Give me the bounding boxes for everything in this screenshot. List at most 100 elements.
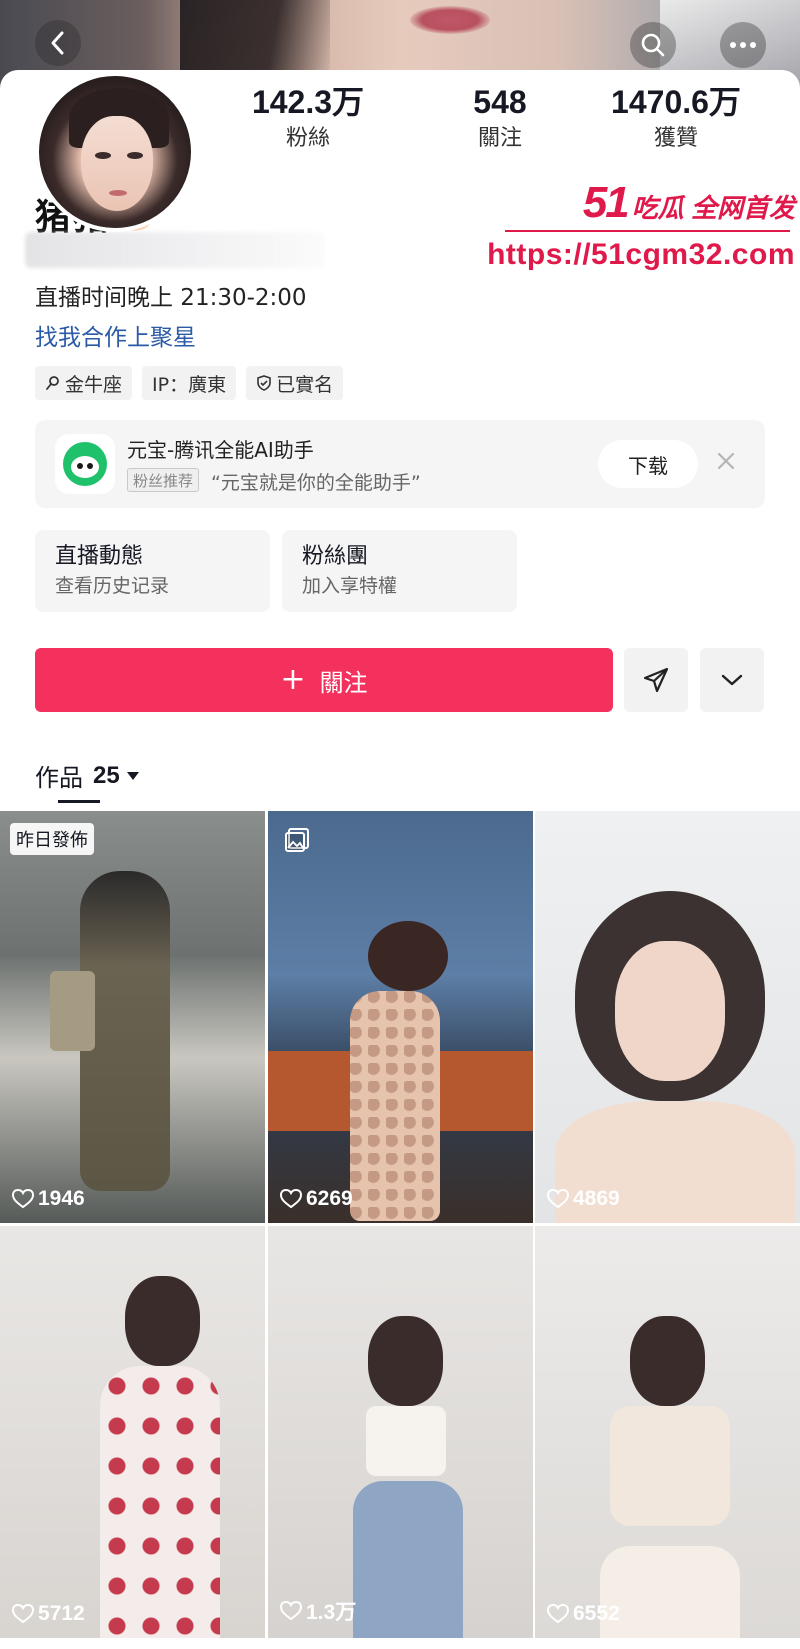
stat-value: 548 [473, 84, 527, 120]
stat-likes[interactable]: 1470.6万 獲贊 [586, 80, 766, 154]
post-thumbnail [50, 971, 95, 1051]
search-button[interactable] [630, 22, 676, 68]
card-title: 直播動態 [55, 544, 144, 569]
profile-tags: 金牛座 IP：廣東 已實名 [35, 366, 344, 400]
card-subtitle: 查看历史记录 [55, 575, 170, 597]
tag-ip[interactable]: IP：廣東 [142, 366, 237, 400]
tag-text: 金牛座 [65, 373, 123, 396]
promo-banner[interactable]: 元宝-腾讯全能AI助手 粉丝推荐 “元宝就是你的全能助手” 下载 [35, 420, 765, 508]
message-button[interactable] [624, 648, 688, 712]
tag-text: 已實名 [276, 373, 334, 396]
post-likes: 1.3万 [280, 1596, 356, 1626]
stat-label: 關注 [477, 126, 522, 151]
promo-badge: 粉丝推荐 [127, 468, 200, 492]
watermark-text: 吃瓜 全网首发 [631, 193, 795, 223]
heart-icon [280, 1601, 302, 1621]
tab-underline [58, 800, 100, 803]
card-title: 粉絲團 [302, 544, 369, 569]
live-activity-card[interactable]: 直播動態 查看历史记录 [35, 530, 270, 612]
post-likes-count: 6552 [573, 1602, 620, 1625]
heart-icon [280, 1189, 302, 1209]
works-count: 25 [93, 761, 120, 789]
watermark-url: https://51cgm32.com [487, 238, 795, 271]
tab-label: 作品 [35, 764, 83, 792]
post-thumbnail [630, 1316, 705, 1406]
avatar-eye [95, 152, 111, 159]
post-likes-count: 4869 [573, 1187, 620, 1210]
heart-icon [12, 1189, 34, 1209]
feature-cards: 直播動態 查看历史记录 粉絲團 加入享特權 [35, 530, 517, 612]
watermark-number: 51 [582, 178, 630, 227]
post-likes: 6552 [547, 1602, 620, 1626]
expand-button[interactable] [700, 648, 764, 712]
promo-app-name: 元宝-腾讯全能AI助手 [127, 438, 314, 462]
blurred-user-id [25, 232, 325, 268]
post-thumbnail [100, 1366, 220, 1638]
post-likes: 5712 [12, 1602, 85, 1626]
image-gallery-icon [284, 827, 310, 857]
stat-label: 粉絲 [285, 126, 330, 151]
fan-club-card[interactable]: 粉絲團 加入享特權 [282, 530, 517, 612]
tag-zodiac[interactable]: 金牛座 [35, 366, 133, 400]
shield-check-icon [257, 375, 271, 391]
watermark-divider [505, 230, 790, 232]
watermark: 51 吃瓜 全网首发 https://51cgm32.com [487, 178, 795, 288]
post-tile[interactable]: 4869 [535, 811, 800, 1223]
post-likes: 4869 [547, 1187, 620, 1211]
stat-label: 獲贊 [653, 126, 698, 151]
stat-followers[interactable]: 142.3万 粉絲 [218, 80, 398, 154]
card-subtitle: 加入享特權 [302, 575, 398, 597]
post-thumbnail [350, 991, 440, 1221]
close-promo-button[interactable] [715, 450, 737, 476]
stat-following[interactable]: 548 關注 [410, 80, 590, 154]
avatar-eye [127, 152, 143, 159]
more-button[interactable] [720, 22, 766, 68]
heart-icon [547, 1189, 569, 1209]
chevron-down-icon [721, 674, 743, 686]
search-icon [641, 33, 665, 57]
location-pin-icon [46, 376, 59, 390]
post-thumbnail [600, 1546, 740, 1638]
post-likes-count: 1946 [38, 1187, 85, 1210]
chevron-left-icon [51, 31, 64, 55]
more-dots-icon [730, 42, 756, 48]
post-label: 昨日發佈 [10, 823, 94, 855]
follow-label: 關注 [319, 668, 368, 697]
avatar[interactable] [35, 72, 195, 232]
heart-icon [12, 1604, 34, 1624]
post-likes: 1946 [12, 1187, 85, 1211]
app-icon [55, 434, 115, 494]
download-button[interactable]: 下载 [598, 440, 698, 488]
post-thumbnail [353, 1481, 463, 1638]
heart-icon [547, 1604, 569, 1624]
post-thumbnail [125, 1276, 200, 1366]
avatar-face [81, 116, 153, 211]
post-thumbnail [615, 941, 725, 1081]
post-tile[interactable]: 6269 [268, 811, 533, 1223]
tag-text: IP：廣東 [152, 373, 227, 396]
post-thumbnail [368, 1316, 443, 1406]
post-thumbnail [610, 1406, 730, 1526]
send-icon [643, 667, 669, 693]
tab-works[interactable]: 作品 25 [35, 758, 140, 793]
follow-button[interactable]: + 關注 [35, 648, 613, 712]
banner-lips [410, 6, 490, 34]
bio-live-time: 直播时间晚上 21:30-2:00 [35, 285, 307, 311]
avatar-mouth [109, 190, 127, 196]
post-tile[interactable]: 昨日發佈 1946 [0, 811, 265, 1223]
caret-down-icon [126, 771, 139, 780]
post-tile[interactable]: 1.3万 [268, 1226, 533, 1638]
promo-slogan: “元宝就是你的全能助手” [211, 472, 421, 494]
tag-verified[interactable]: 已實名 [246, 366, 344, 400]
post-likes-count: 6269 [306, 1187, 353, 1210]
back-button[interactable] [35, 20, 81, 66]
close-icon [717, 452, 735, 470]
stat-value: 1470.6万 [611, 84, 741, 120]
plus-icon: + [280, 662, 306, 697]
yuanbao-logo-icon [63, 442, 107, 486]
post-tile[interactable]: 5712 [0, 1226, 265, 1638]
post-thumbnail [368, 921, 448, 991]
post-tile[interactable]: 6552 [535, 1226, 800, 1638]
bio-cooperation-link[interactable]: 找我合作上聚星 [35, 318, 196, 352]
post-likes-count: 5712 [38, 1602, 85, 1625]
